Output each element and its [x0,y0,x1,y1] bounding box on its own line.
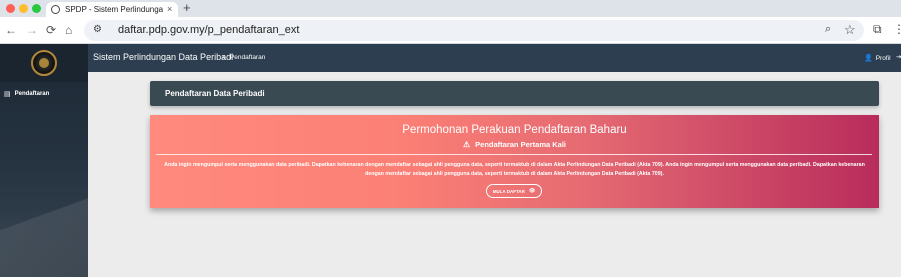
tab-title: SPDP - Sistem Perlindungan Data Peribadi [65,5,163,14]
sidebar-item-pendaftaran[interactable]: ▤ Pendaftaran [4,90,49,98]
sidebar: ▤ Pendaftaran [0,44,88,277]
minimize-window-button[interactable] [19,4,28,13]
registration-hero-card: Permohonan Perakuan Pendaftaran Baharu ⚠… [150,115,879,208]
close-window-button[interactable] [6,4,15,13]
divider [156,154,872,155]
reload-icon[interactable]: ⟳ [46,23,56,37]
forward-icon[interactable]: → [26,23,38,37]
logo-area [0,44,88,82]
url-text[interactable]: daftar.pdp.gov.my/p_pendaftaran_ext [118,24,299,36]
maximize-window-button[interactable] [32,4,41,13]
page-title: Pendaftaran Data Peribadi [165,89,265,98]
profile-label: Profil [875,54,891,62]
double-chevron-icon: » [222,54,226,61]
sidebar-item-label: Pendaftaran [14,91,50,97]
zoom-icon[interactable]: ⌕ [825,23,831,36]
top-navbar: Sistem Perlindungan Data Peribadi » Pend… [88,44,901,72]
close-tab-icon[interactable]: × [167,5,172,14]
home-icon[interactable]: ⌂ [65,23,72,37]
eye-icon: 👁 [528,188,536,194]
breadcrumb: » Pendaftaran [222,54,265,61]
hero-title: Permohonan Perakuan Pendaftaran Baharu [402,124,627,136]
back-icon[interactable]: ← [5,23,17,37]
globe-icon [51,5,60,14]
card-header: Pendaftaran Data Peribadi [150,81,879,106]
user-icon: 👤 [864,55,873,62]
browser-tab-bar: SPDP - Sistem Perlindungan Data Peribadi… [0,0,901,17]
browser-tab[interactable]: SPDP - Sistem Perlindungan Data Peribadi… [46,2,178,17]
browser-menu-icon[interactable]: ⋮ [893,22,901,36]
new-tab-button[interactable]: + [183,1,191,15]
hero-description: Anda ingin mengumpul serta menggunakan d… [164,162,865,177]
breadcrumb-item[interactable]: Pendaftaran [230,54,265,61]
button-label: MULA DAFTAR [492,188,525,194]
pdp-logo[interactable] [31,50,57,76]
start-registration-button[interactable]: MULA DAFTAR 👁 [486,184,542,198]
warning-icon: ⚠ [462,140,471,149]
hero-subtitle: ⚠ Pendaftaran Pertama Kali [150,140,879,149]
profile-menu[interactable]: 👤 Profil [864,54,891,63]
document-icon: ▤ [4,91,11,98]
logout-icon[interactable]: ⇥ [896,53,901,61]
extensions-icon[interactable]: ⧉ [873,22,882,37]
app-title[interactable]: Sistem Perlindungan Data Peribadi [93,52,233,62]
bookmark-star-icon[interactable]: ☆ [844,22,856,38]
hero-subtitle-text: Pendaftaran Pertama Kali [475,140,567,149]
site-info-icon[interactable]: ⚙ [93,24,102,35]
browser-toolbar: ← → ⟳ ⌂ ⚙ daftar.pdp.gov.my/p_pendaftara… [0,17,901,44]
address-bar[interactable]: ⚙ daftar.pdp.gov.my/p_pendaftaran_ext ⌕ … [84,20,864,41]
